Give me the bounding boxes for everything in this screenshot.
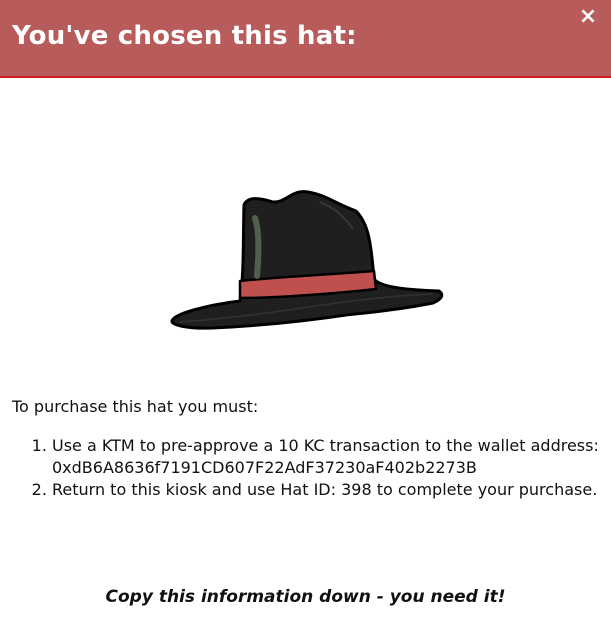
instruction-steps: Use a KTM to pre-approve a 10 KC transac…	[12, 435, 602, 501]
copy-info-note: Copy this information down - you need it…	[105, 587, 506, 607]
wallet-address: 0xdB6A8636f7191CD607F22AdF37230aF402b227…	[52, 458, 477, 477]
modal-title: You've chosen this hat:	[12, 21, 357, 51]
hat-image	[168, 185, 448, 335]
instructions-intro: To purchase this hat you must:	[12, 397, 259, 416]
hat-selection-modal: You've chosen this hat: × To purchase th…	[0, 0, 611, 639]
step-return-text: Return to this kiosk and use Hat ID: 398…	[52, 480, 598, 499]
instruction-step-pre-approve: Use a KTM to pre-approve a 10 KC transac…	[52, 435, 602, 479]
fedora-hat-icon	[170, 190, 444, 330]
close-icon[interactable]: ×	[577, 6, 599, 28]
step-pre-approve-text: Use a KTM to pre-approve a 10 KC transac…	[52, 436, 599, 455]
purchase-instructions: To purchase this hat you must: Use a KTM…	[12, 396, 602, 501]
instruction-step-return: Return to this kiosk and use Hat ID: 398…	[52, 479, 602, 501]
modal-header: You've chosen this hat: ×	[0, 0, 611, 78]
